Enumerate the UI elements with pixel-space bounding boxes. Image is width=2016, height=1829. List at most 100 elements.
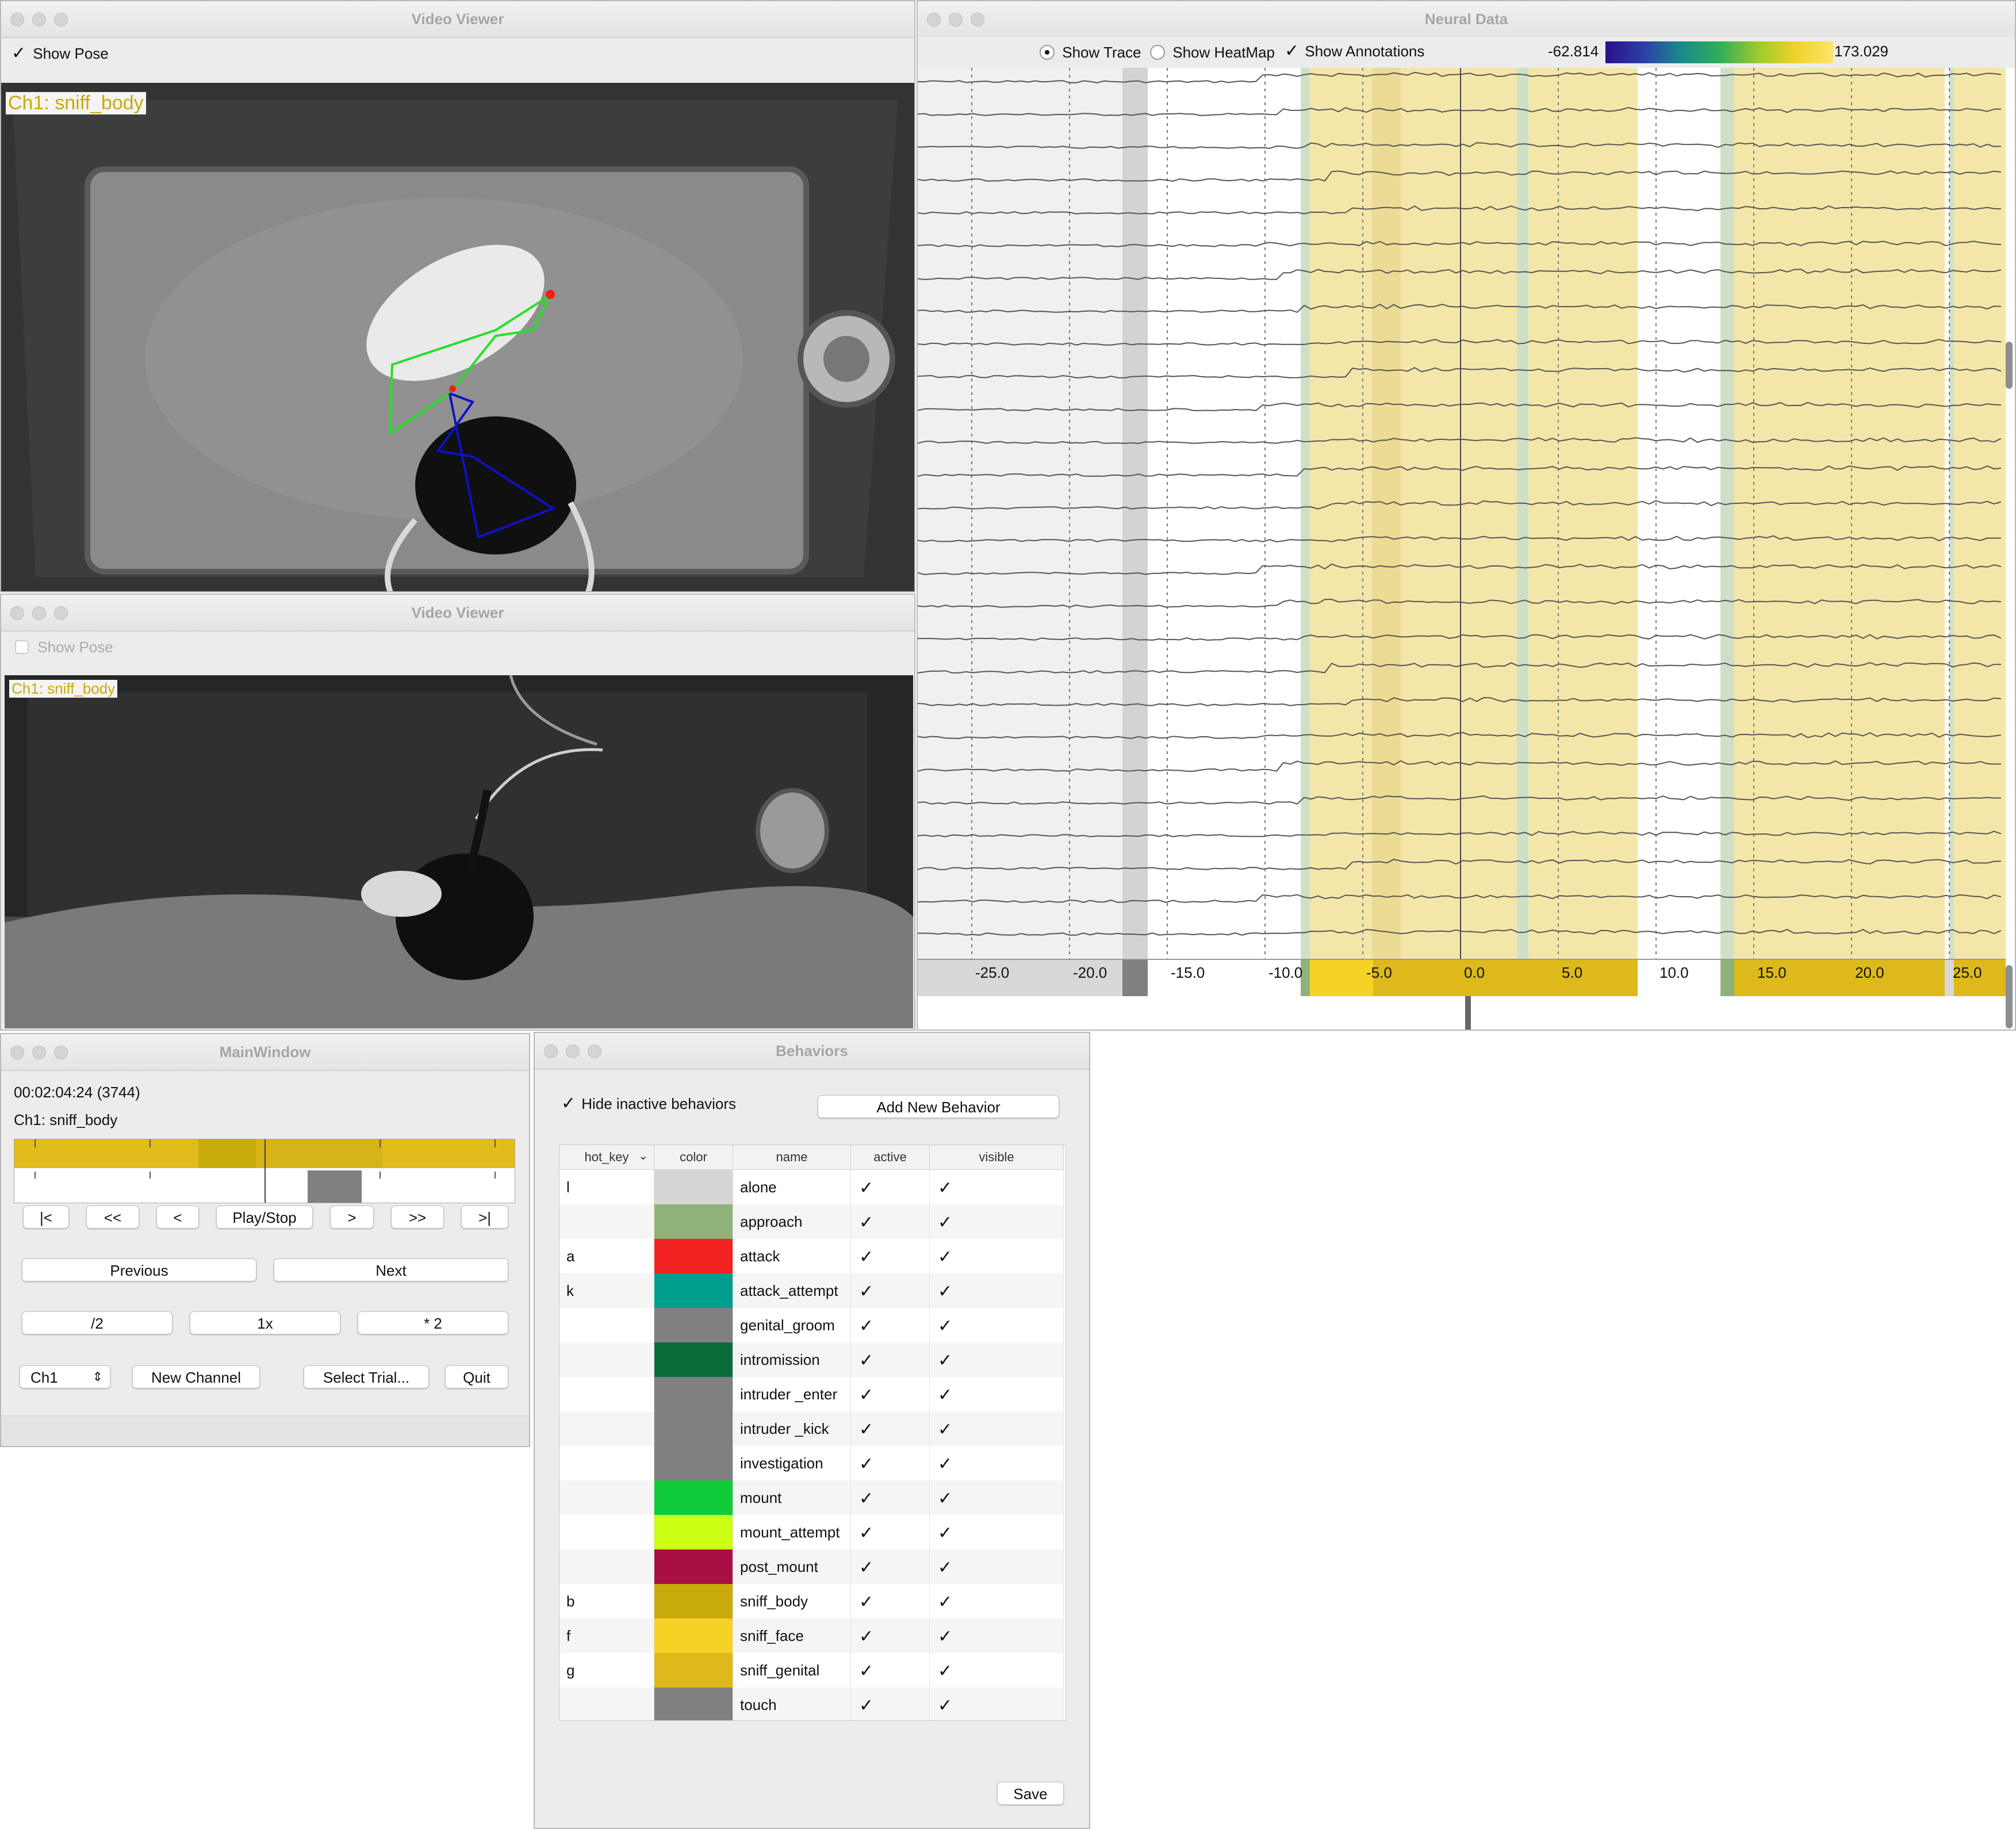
- show-heatmap-option[interactable]: Show HeatMap: [1150, 43, 1275, 62]
- active-cell[interactable]: [850, 1411, 930, 1446]
- hot-key-cell[interactable]: b: [559, 1584, 654, 1618]
- behavior-row[interactable]: investigation: [559, 1446, 1064, 1480]
- behavior-name-cell[interactable]: touch: [733, 1688, 851, 1720]
- active-cell[interactable]: [850, 1273, 930, 1308]
- active-checkbox[interactable]: [858, 1419, 873, 1440]
- active-checkbox[interactable]: [858, 1178, 873, 1198]
- behavior-row[interactable]: l alone: [559, 1169, 1064, 1204]
- rewind-button[interactable]: <<: [86, 1206, 139, 1229]
- active-cell[interactable]: [850, 1342, 930, 1377]
- visible-checkbox[interactable]: [937, 1627, 952, 1647]
- play-stop-button[interactable]: Play/Stop: [216, 1206, 313, 1229]
- column-header-active[interactable]: active: [850, 1145, 930, 1170]
- visible-checkbox[interactable]: [937, 1696, 952, 1716]
- behavior-name-cell[interactable]: intromission: [733, 1342, 851, 1377]
- timeline[interactable]: [14, 1139, 515, 1203]
- active-checkbox[interactable]: [858, 1523, 873, 1543]
- visible-cell[interactable]: [929, 1446, 1064, 1480]
- quit-button[interactable]: Quit: [445, 1365, 508, 1388]
- active-checkbox[interactable]: [858, 1696, 873, 1716]
- color-cell[interactable]: [654, 1618, 733, 1653]
- title-bar[interactable]: Video Viewer: [1, 595, 914, 632]
- visible-cell[interactable]: [929, 1239, 1064, 1273]
- visible-cell[interactable]: [929, 1169, 1064, 1204]
- horizontal-scrollbar-thumb[interactable]: [2006, 965, 2013, 1028]
- hot-key-cell[interactable]: [559, 1308, 654, 1342]
- behavior-row[interactable]: approach: [559, 1204, 1064, 1239]
- title-bar[interactable]: Behaviors: [535, 1033, 1089, 1070]
- color-cell[interactable]: [654, 1688, 733, 1720]
- save-button[interactable]: Save: [997, 1782, 1064, 1805]
- active-cell[interactable]: [850, 1688, 930, 1720]
- behavior-name-cell[interactable]: post_mount: [733, 1549, 851, 1584]
- hot-key-cell[interactable]: a: [559, 1239, 654, 1273]
- next-button[interactable]: Next: [274, 1258, 508, 1281]
- color-cell[interactable]: [654, 1411, 733, 1446]
- column-header-visible[interactable]: visible: [929, 1145, 1064, 1170]
- visible-checkbox[interactable]: [937, 1592, 952, 1612]
- active-checkbox[interactable]: [858, 1350, 873, 1371]
- behavior-row[interactable]: touch: [559, 1688, 1064, 1720]
- show-pose-checkbox[interactable]: [15, 640, 29, 655]
- color-cell[interactable]: [654, 1515, 733, 1549]
- show-pose-checkbox[interactable]: [10, 43, 26, 63]
- title-bar[interactable]: MainWindow: [1, 1034, 529, 1071]
- hot-key-cell[interactable]: [559, 1688, 654, 1720]
- visible-checkbox[interactable]: [937, 1558, 952, 1578]
- add-new-behavior-button[interactable]: Add New Behavior: [818, 1095, 1059, 1118]
- column-header-color[interactable]: color: [654, 1145, 733, 1170]
- behavior-name-cell[interactable]: attack_attempt: [733, 1273, 851, 1308]
- active-cell[interactable]: [850, 1515, 930, 1549]
- behavior-row[interactable]: k attack_attempt: [559, 1273, 1064, 1308]
- active-cell[interactable]: [850, 1308, 930, 1342]
- active-checkbox[interactable]: [858, 1592, 873, 1612]
- hot-key-cell[interactable]: [559, 1446, 654, 1480]
- vertical-scrollbar-thumb[interactable]: [2006, 342, 2013, 389]
- visible-cell[interactable]: [929, 1342, 1064, 1377]
- hide-inactive-checkbox[interactable]: [560, 1093, 576, 1114]
- visible-cell[interactable]: [929, 1549, 1064, 1584]
- behavior-row[interactable]: genital_groom: [559, 1308, 1064, 1342]
- title-bar[interactable]: Video Viewer: [1, 1, 914, 38]
- show-pose-toggle[interactable]: Show Pose: [15, 637, 113, 656]
- behavior-row[interactable]: mount: [559, 1480, 1064, 1515]
- color-cell[interactable]: [654, 1480, 733, 1515]
- active-cell[interactable]: [850, 1653, 930, 1688]
- active-cell[interactable]: [850, 1446, 930, 1480]
- show-heatmap-radio[interactable]: [1150, 45, 1165, 60]
- behavior-name-cell[interactable]: mount_attempt: [733, 1515, 851, 1549]
- behavior-name-cell[interactable]: sniff_face: [733, 1618, 851, 1653]
- hot-key-cell[interactable]: f: [559, 1618, 654, 1653]
- active-checkbox[interactable]: [858, 1385, 873, 1405]
- visible-checkbox[interactable]: [937, 1489, 952, 1509]
- behavior-row[interactable]: f sniff_face: [559, 1618, 1064, 1653]
- double-speed-button[interactable]: * 2: [358, 1311, 508, 1334]
- visible-cell[interactable]: [929, 1618, 1064, 1653]
- active-cell[interactable]: [850, 1584, 930, 1618]
- behavior-name-cell[interactable]: alone: [733, 1169, 851, 1204]
- behavior-name-cell[interactable]: sniff_genital: [733, 1653, 851, 1688]
- active-checkbox[interactable]: [858, 1454, 873, 1474]
- hot-key-cell[interactable]: [559, 1342, 654, 1377]
- color-cell[interactable]: [654, 1653, 733, 1688]
- step-forward-button[interactable]: >: [330, 1206, 374, 1229]
- active-checkbox[interactable]: [858, 1558, 873, 1578]
- visible-checkbox[interactable]: [937, 1385, 952, 1405]
- hot-key-cell[interactable]: [559, 1549, 654, 1584]
- trace-plot[interactable]: -25.0 -20.0 -15.0 -10.0 -5.0 0.0 5.0 10.…: [918, 68, 2006, 1030]
- visible-cell[interactable]: [929, 1411, 1064, 1446]
- color-cell[interactable]: [654, 1169, 733, 1204]
- active-checkbox[interactable]: [858, 1489, 873, 1509]
- visible-checkbox[interactable]: [937, 1661, 952, 1681]
- visible-checkbox[interactable]: [937, 1316, 952, 1336]
- active-checkbox[interactable]: [858, 1247, 873, 1267]
- behavior-name-cell[interactable]: investigation: [733, 1446, 851, 1480]
- normal-speed-button[interactable]: 1x: [190, 1311, 340, 1334]
- visible-cell[interactable]: [929, 1515, 1064, 1549]
- column-header-name[interactable]: name: [733, 1145, 851, 1170]
- active-cell[interactable]: [850, 1549, 930, 1584]
- behavior-row[interactable]: g sniff_genital: [559, 1653, 1064, 1688]
- visible-cell[interactable]: [929, 1480, 1064, 1515]
- fast-forward-button[interactable]: >>: [391, 1206, 444, 1229]
- behavior-row[interactable]: b sniff_body: [559, 1584, 1064, 1618]
